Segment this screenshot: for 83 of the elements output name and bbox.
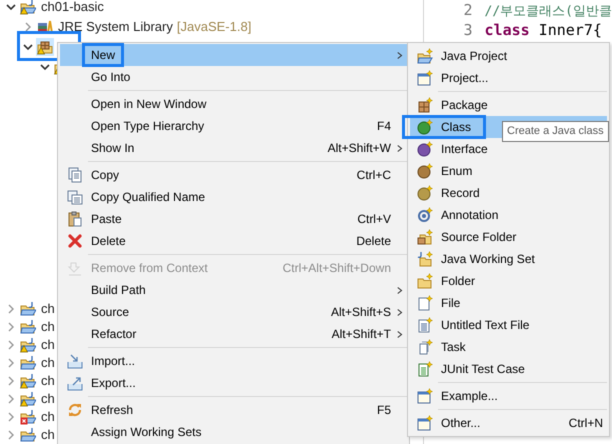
selected-tree-item[interactable] (36, 38, 54, 56)
interface-icon (417, 141, 433, 157)
tree-item-label[interactable]: ch01-basic (41, 0, 104, 17)
working-set-icon (417, 251, 433, 267)
menu-item[interactable]: Untitled Text File (410, 314, 607, 336)
line-number: 3 (462, 20, 473, 41)
file-icon (417, 295, 433, 311)
menu-item[interactable]: JUnit Test Case (410, 358, 607, 380)
menu-item[interactable]: Go Into (60, 66, 407, 88)
window-icon (417, 415, 433, 431)
shortcut-text: Alt+Shift+W (328, 140, 391, 157)
line-number: 2 (462, 0, 473, 21)
project-folder-icon (417, 48, 433, 64)
shortcut-text: Ctrl+N (568, 415, 603, 432)
folder-icon (417, 273, 433, 289)
menu-item[interactable]: Open in New Window (60, 93, 407, 115)
refresh-icon (67, 402, 83, 418)
shortcut-text: Ctrl+C (356, 167, 391, 184)
menu-item[interactable]: Folder (410, 270, 607, 292)
window-icon (417, 70, 433, 86)
tree-item-label[interactable]: ch (41, 407, 55, 427)
menu-item[interactable]: Java Project (410, 45, 607, 67)
shortcut-text: F4 (376, 118, 391, 135)
enum-icon (417, 163, 433, 179)
menu-item[interactable]: Copy Qualified Name (60, 186, 407, 208)
shortcut-text: Alt+Shift+S (330, 304, 391, 321)
text-file-icon (417, 317, 433, 333)
record-icon (417, 185, 433, 201)
menu-item[interactable]: Paste Ctrl+V (60, 208, 407, 230)
shortcut-text: Alt+Shift+T (332, 326, 391, 343)
delete-icon (67, 233, 83, 249)
copy-icon (67, 167, 83, 183)
export-icon (67, 375, 83, 391)
menu-item[interactable]: Show In Alt+Shift+W (60, 137, 407, 159)
menu-item[interactable]: Delete Delete (60, 230, 407, 252)
shortcut-text: Ctrl+Alt+Shift+Down (282, 260, 391, 277)
tree-item-label[interactable]: ch (41, 371, 55, 391)
tree-item-label[interactable]: JRE System Library (58, 17, 173, 37)
code-line: class Inner7{ (484, 20, 602, 41)
remove-icon (67, 260, 83, 276)
shortcut-text: Delete (356, 233, 391, 250)
tree-item-label[interactable]: ch (41, 425, 55, 444)
menu-item[interactable]: Refresh F5 (60, 399, 407, 421)
tooltip: Create a Java class (502, 121, 609, 142)
menu-item[interactable]: Other... Ctrl+N (410, 412, 607, 434)
menu-item[interactable]: Import... (60, 350, 407, 372)
code-line: //부모클래스(일반클 (484, 2, 612, 21)
class-icon (417, 119, 433, 135)
shortcut-text: Ctrl+V (357, 211, 391, 228)
shortcut-text: F5 (376, 402, 391, 419)
window-icon (417, 388, 433, 404)
copy-icon (67, 189, 83, 205)
tree-item-label[interactable]: ch (41, 353, 55, 373)
menu-item[interactable]: New (60, 44, 407, 66)
menu-item[interactable]: Java Working Set (410, 248, 607, 270)
library-version: [JavaSE-1.8] (176, 18, 252, 36)
package-icon (417, 97, 433, 113)
menu-item[interactable]: Record (410, 182, 607, 204)
menu-item[interactable]: Copy Ctrl+C (60, 164, 407, 186)
menu-item[interactable]: Open Type Hierarchy F4 (60, 115, 407, 137)
tree-item-label[interactable]: ch (41, 317, 55, 337)
file-icon (417, 339, 433, 355)
menu-item[interactable]: Package (410, 94, 607, 116)
import-icon (67, 353, 83, 369)
menu-item[interactable]: Refactor Alt+Shift+T (60, 323, 407, 345)
menu-item[interactable]: Source Alt+Shift+S (60, 301, 407, 323)
menu-item[interactable]: Example... (410, 385, 607, 407)
menu-item[interactable]: Enum (410, 160, 607, 182)
menu-item[interactable]: Export... (60, 372, 407, 394)
menu-item[interactable]: Build Path (60, 279, 407, 301)
tree-item-label[interactable]: ch (41, 389, 55, 409)
menu-item[interactable]: Annotation (410, 204, 607, 226)
menu-item[interactable]: Project... (410, 67, 607, 89)
menu-item[interactable]: Assign Working Sets (60, 421, 407, 443)
clipboard-icon (67, 211, 83, 227)
annotation-icon (417, 207, 433, 223)
tree-item-label[interactable]: ch (41, 299, 55, 319)
tree-item-label[interactable]: ch (41, 335, 55, 355)
source-folder-icon (417, 229, 433, 245)
test-file-icon (417, 361, 433, 377)
menu-item[interactable]: File (410, 292, 607, 314)
menu-item[interactable]: Task (410, 336, 607, 358)
menu-item[interactable]: Source Folder (410, 226, 607, 248)
